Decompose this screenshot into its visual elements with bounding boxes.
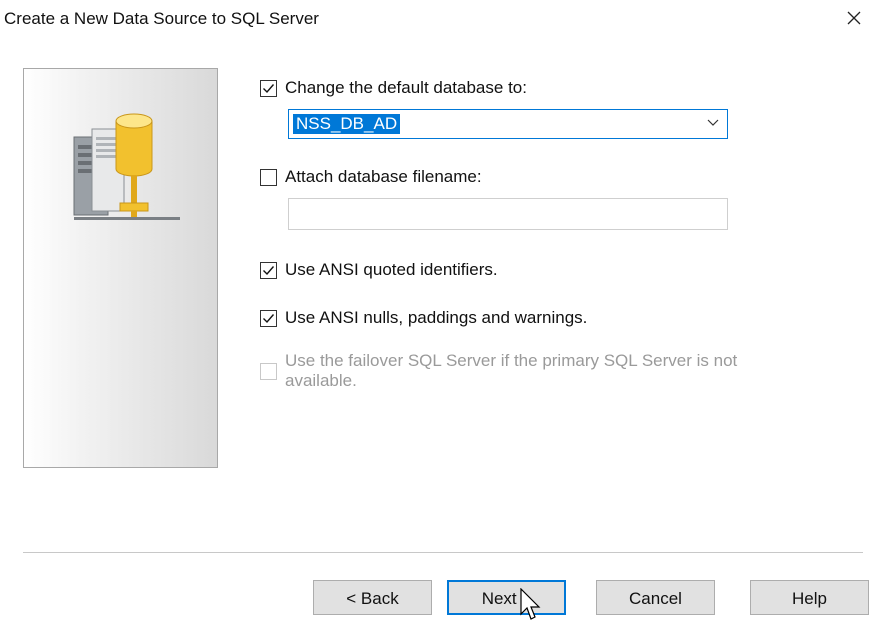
failover-label: Use the failover SQL Server if the prima… bbox=[285, 351, 738, 390]
checkmark-icon bbox=[263, 84, 275, 94]
failover-checkbox[interactable] bbox=[260, 363, 277, 380]
attach-db-filename-checkbox[interactable] bbox=[260, 169, 277, 186]
chevron-down-icon bbox=[707, 119, 719, 126]
checkmark-icon bbox=[263, 266, 275, 276]
side-image-panel bbox=[23, 68, 218, 468]
attach-db-filename-label[interactable]: Attach database filename: bbox=[285, 167, 482, 187]
attach-db-filename-field[interactable] bbox=[288, 198, 728, 230]
change-default-db-label[interactable]: Change the default database to: bbox=[285, 78, 527, 98]
ansi-quoted-identifiers-label[interactable]: Use ANSI quoted identifiers. bbox=[285, 260, 498, 280]
ansi-nulls-label[interactable]: Use ANSI nulls, paddings and warnings. bbox=[285, 308, 587, 328]
close-icon bbox=[847, 11, 861, 25]
ansi-quoted-identifiers-checkbox[interactable] bbox=[260, 262, 277, 279]
cancel-button[interactable]: Cancel bbox=[596, 580, 715, 615]
database-dropdown[interactable]: NSS_DB_AD bbox=[288, 109, 728, 139]
next-button[interactable]: Next > bbox=[447, 580, 566, 615]
ansi-nulls-checkbox[interactable] bbox=[260, 310, 277, 327]
database-server-icon bbox=[73, 113, 180, 220]
close-button[interactable] bbox=[842, 6, 866, 30]
checkmark-icon bbox=[263, 314, 275, 324]
change-default-db-checkbox[interactable] bbox=[260, 80, 277, 97]
dialog-title: Create a New Data Source to SQL Server bbox=[4, 9, 319, 28]
back-button[interactable]: < Back bbox=[313, 580, 432, 615]
button-separator bbox=[23, 552, 863, 553]
mouse-cursor-icon bbox=[520, 588, 541, 620]
help-button[interactable]: Help bbox=[750, 580, 869, 615]
database-dropdown-value: NSS_DB_AD bbox=[293, 114, 401, 134]
